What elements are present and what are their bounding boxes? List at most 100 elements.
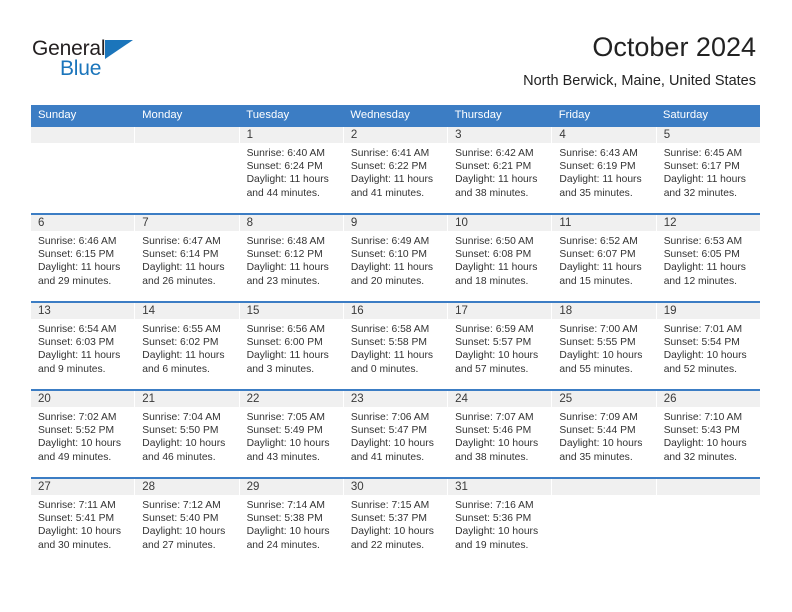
day-cell[interactable]: 13 Sunrise: 6:54 AM Sunset: 6:03 PM Dayligh… [31, 303, 136, 389]
calendar-week-row: 1 Sunrise: 6:40 AM Sunset: 6:24 PM Daylight… [31, 125, 760, 213]
day-cell[interactable]: 30 Sunrise: 7:15 AM Sunset: 5:37 PM Dayligh… [343, 479, 449, 565]
day-sun-info: Sunrise: 7:00 AM Sunset: 5:55 PM Daylight:… [552, 319, 655, 376]
sunset-text: Sunset: 5:49 PM [246, 425, 323, 437]
sunrise-text: Sunrise: 7:10 AM [663, 412, 743, 423]
day-cell[interactable]: 31 Sunrise: 7:16 AM Sunset: 5:36 PM Dayligh… [448, 479, 553, 565]
day-sun-info: Sunrise: 7:11 AM Sunset: 5:41 PM Daylight:… [31, 495, 134, 552]
day-cell[interactable]: 8 Sunrise: 6:48 AM Sunset: 6:12 PM Daylight… [239, 215, 344, 301]
sunrise-text: Sunrise: 6:50 AM [455, 236, 534, 247]
day-cell[interactable]: 2 Sunrise: 6:41 AM Sunset: 6:22 PM Daylight… [343, 127, 449, 213]
day-number: 11 [552, 215, 656, 231]
daylight-text: Daylight: 11 hours and 44 minutes. [246, 174, 329, 199]
day-cell[interactable]: 19 Sunrise: 7:01 AM Sunset: 5:54 PM Dayligh… [656, 303, 760, 389]
sunrise-text: Sunrise: 6:59 AM [455, 324, 534, 335]
sunrise-text: Sunrise: 7:16 AM [455, 500, 534, 511]
day-number: 15 [239, 303, 343, 319]
daylight-text: Daylight: 11 hours and 6 minutes. [142, 350, 225, 375]
day-sun-info: Sunrise: 6:43 AM Sunset: 6:19 PM Daylight:… [552, 143, 655, 200]
weekday-header-monday: Monday [142, 109, 183, 121]
day-sun-info: Sunrise: 6:42 AM Sunset: 6:21 PM Daylight:… [448, 143, 551, 200]
day-sun-info: Sunrise: 7:01 AM Sunset: 5:54 PM Daylight:… [657, 319, 760, 376]
daylight-text: Daylight: 10 hours and 55 minutes. [559, 350, 643, 375]
sunset-text: Sunset: 5:54 PM [663, 337, 740, 349]
day-cell[interactable]: 7 Sunrise: 6:47 AM Sunset: 6:14 PM Daylight… [135, 215, 240, 301]
day-cell[interactable]: 11 Sunrise: 6:52 AM Sunset: 6:07 PM Dayligh… [552, 215, 657, 301]
weekday-header-friday: Friday [558, 109, 591, 121]
sunset-text: Sunset: 5:58 PM [350, 337, 427, 349]
sunrise-text: Sunrise: 6:43 AM [559, 148, 638, 159]
day-cell[interactable]: 20 Sunrise: 7:02 AM Sunset: 5:52 PM Dayligh… [31, 391, 136, 477]
day-sun-info: Sunrise: 6:45 AM Sunset: 6:17 PM Daylight:… [657, 143, 760, 200]
day-number: 17 [448, 303, 552, 319]
day-cell[interactable]: 4 Sunrise: 6:43 AM Sunset: 6:19 PM Daylight… [552, 127, 657, 213]
day-number: 25 [552, 391, 656, 407]
sunrise-text: Sunrise: 6:46 AM [38, 236, 117, 247]
day-cell[interactable]: 10 Sunrise: 6:50 AM Sunset: 6:08 PM Dayligh… [448, 215, 553, 301]
sunrise-text: Sunrise: 6:47 AM [142, 236, 221, 247]
day-cell[interactable]: 6 Sunrise: 6:46 AM Sunset: 6:15 PM Daylight… [31, 215, 136, 301]
day-cell[interactable]: 24 Sunrise: 7:07 AM Sunset: 5:46 PM Dayligh… [448, 391, 553, 477]
logo-triangle-icon [105, 40, 133, 59]
daylight-text: Daylight: 11 hours and 32 minutes. [663, 174, 746, 199]
day-cell-empty [552, 479, 657, 565]
day-cell[interactable]: 1 Sunrise: 6:40 AM Sunset: 6:24 PM Daylight… [239, 127, 344, 213]
day-cell[interactable]: 17 Sunrise: 6:59 AM Sunset: 5:57 PM Dayligh… [448, 303, 553, 389]
day-sun-info: Sunrise: 6:46 AM Sunset: 6:15 PM Daylight:… [31, 231, 134, 288]
logo-text-blue: Blue [60, 57, 102, 80]
sunset-text: Sunset: 5:47 PM [350, 425, 427, 437]
day-number: 27 [31, 479, 135, 495]
day-cell[interactable]: 28 Sunrise: 7:12 AM Sunset: 5:40 PM Dayligh… [135, 479, 240, 565]
day-cell[interactable]: 9 Sunrise: 6:49 AM Sunset: 6:10 PM Daylight… [343, 215, 449, 301]
day-cell[interactable]: 14 Sunrise: 6:55 AM Sunset: 6:02 PM Dayligh… [135, 303, 240, 389]
daylight-text: Daylight: 11 hours and 29 minutes. [38, 262, 121, 287]
day-number: 14 [135, 303, 239, 319]
day-sun-info: Sunrise: 6:40 AM Sunset: 6:24 PM Daylight:… [240, 143, 343, 200]
day-number: 3 [448, 127, 552, 143]
day-cell[interactable]: 18 Sunrise: 7:00 AM Sunset: 5:55 PM Dayligh… [552, 303, 657, 389]
daylight-text: Daylight: 11 hours and 18 minutes. [455, 262, 538, 287]
day-number [552, 479, 656, 495]
sunset-text: Sunset: 5:41 PM [38, 513, 115, 525]
day-number: 7 [135, 215, 239, 231]
day-number: 1 [239, 127, 343, 143]
day-number [31, 127, 135, 143]
day-number: 23 [343, 391, 448, 407]
day-cell[interactable]: 27 Sunrise: 7:11 AM Sunset: 5:41 PM Dayligh… [31, 479, 136, 565]
day-cell[interactable]: 15 Sunrise: 6:56 AM Sunset: 6:00 PM Dayligh… [239, 303, 344, 389]
sunrise-text: Sunrise: 6:48 AM [246, 236, 325, 247]
calendar-week-row: 20 Sunrise: 7:02 AM Sunset: 5:52 PM Dayligh… [31, 389, 760, 477]
day-number: 4 [552, 127, 656, 143]
sunrise-text: Sunrise: 7:07 AM [455, 412, 534, 423]
daylight-text: Daylight: 11 hours and 3 minutes. [246, 350, 329, 375]
day-cell[interactable]: 23 Sunrise: 7:06 AM Sunset: 5:47 PM Dayligh… [343, 391, 449, 477]
day-sun-info: Sunrise: 6:56 AM Sunset: 6:00 PM Daylight:… [240, 319, 343, 376]
day-cell[interactable]: 26 Sunrise: 7:10 AM Sunset: 5:43 PM Dayligh… [656, 391, 760, 477]
daylight-text: Daylight: 11 hours and 23 minutes. [246, 262, 329, 287]
day-cell[interactable]: 25 Sunrise: 7:09 AM Sunset: 5:44 PM Dayligh… [552, 391, 657, 477]
day-sun-info: Sunrise: 6:50 AM Sunset: 6:08 PM Daylight:… [448, 231, 551, 288]
sunset-text: Sunset: 5:44 PM [559, 425, 636, 437]
sunset-text: Sunset: 5:52 PM [38, 425, 115, 437]
sunrise-text: Sunrise: 6:45 AM [663, 148, 743, 159]
sunset-text: Sunset: 6:17 PM [663, 161, 740, 173]
sunset-text: Sunset: 5:37 PM [350, 513, 427, 525]
day-cell[interactable]: 21 Sunrise: 7:04 AM Sunset: 5:50 PM Dayligh… [135, 391, 240, 477]
daylight-text: Daylight: 11 hours and 9 minutes. [38, 350, 121, 375]
day-sun-info: Sunrise: 6:41 AM Sunset: 6:22 PM Daylight:… [344, 143, 447, 200]
day-cell[interactable]: 16 Sunrise: 6:58 AM Sunset: 5:58 PM Dayligh… [343, 303, 449, 389]
day-cell[interactable]: 5 Sunrise: 6:45 AM Sunset: 6:17 PM Daylight… [656, 127, 760, 213]
day-cell[interactable]: 29 Sunrise: 7:14 AM Sunset: 5:38 PM Dayligh… [239, 479, 344, 565]
page-title: October 2024 [592, 32, 756, 62]
day-sun-info: Sunrise: 6:53 AM Sunset: 6:05 PM Daylight:… [657, 231, 760, 288]
sunset-text: Sunset: 6:15 PM [38, 249, 115, 261]
day-number: 13 [31, 303, 135, 319]
daylight-text: Daylight: 11 hours and 35 minutes. [559, 174, 642, 199]
sunset-text: Sunset: 6:05 PM [663, 249, 740, 261]
day-cell[interactable]: 12 Sunrise: 6:53 AM Sunset: 6:05 PM Dayligh… [656, 215, 760, 301]
calendar-weeks: 1 Sunrise: 6:40 AM Sunset: 6:24 PM Daylight… [31, 125, 760, 565]
day-cell[interactable]: 22 Sunrise: 7:05 AM Sunset: 5:49 PM Dayligh… [239, 391, 344, 477]
day-cell[interactable]: 3 Sunrise: 6:42 AM Sunset: 6:21 PM Daylight… [448, 127, 553, 213]
day-sun-info: Sunrise: 6:49 AM Sunset: 6:10 PM Daylight:… [344, 231, 447, 288]
day-sun-info: Sunrise: 7:12 AM Sunset: 5:40 PM Daylight:… [135, 495, 238, 552]
sunrise-text: Sunrise: 6:55 AM [142, 324, 221, 335]
